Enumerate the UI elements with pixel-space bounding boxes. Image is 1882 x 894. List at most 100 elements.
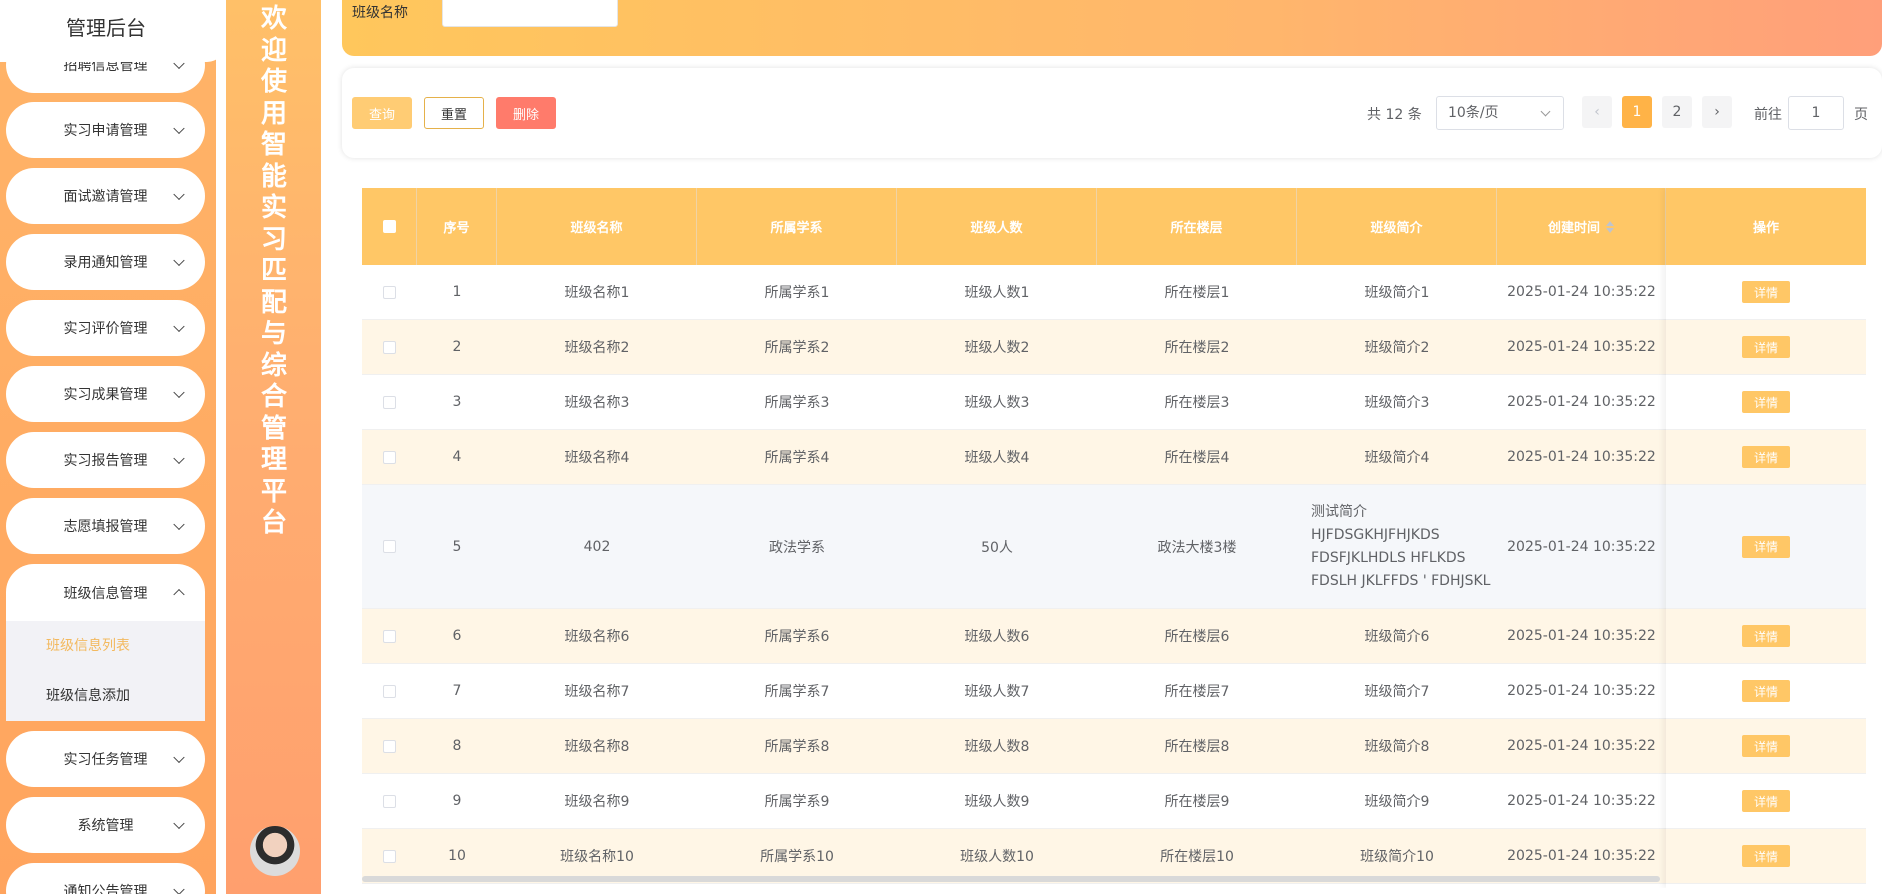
sidebar: 管理后台 招聘信息管理 实习申请管理 面试邀请管理 录用通知管理 实习评价管理 …	[0, 0, 216, 894]
submenu-class-add[interactable]: 班级信息添加	[6, 671, 205, 721]
class-name-search-input[interactable]	[442, 0, 618, 27]
row-select-cell	[362, 719, 417, 773]
page-size-value: 10条/页	[1448, 105, 1499, 121]
row-select-cell	[362, 774, 417, 828]
table-row[interactable]: 2 班级名称2 所属学系2 班级人数2 所在楼层2 班级简介2 2025-01-24 10:…	[362, 320, 1866, 375]
row-checkbox[interactable]	[383, 629, 396, 643]
chevron-down-icon	[173, 254, 185, 267]
cell-index: 1	[452, 284, 462, 300]
sort-icon[interactable]	[1606, 220, 1614, 233]
cell-floor: 所在楼层2	[1164, 340, 1230, 356]
cell-created-time: 2025-01-24 10:35:22	[1507, 683, 1656, 699]
chevron-down-icon	[173, 817, 185, 830]
horizontal-scrollbar[interactable]	[362, 876, 1660, 882]
sidebar-item-label: 志愿填报管理	[63, 519, 148, 535]
cell-created-time: 2025-01-24 10:35:22	[1507, 848, 1656, 864]
cell-index: 10	[448, 848, 466, 864]
cell-intro: 班级简介6	[1364, 629, 1430, 645]
row-checkbox[interactable]	[383, 395, 396, 409]
next-page-button[interactable]: ›	[1702, 96, 1732, 128]
th-class-name: 班级名称	[497, 188, 697, 265]
sidebar-item-internship-application[interactable]: 实习申请管理	[6, 102, 205, 158]
sidebar-item-interview-invitation[interactable]: 面试邀请管理	[6, 168, 205, 224]
sidebar-item-class-info[interactable]: 班级信息管理	[6, 564, 205, 622]
cell-department: 所属学系10	[760, 849, 834, 865]
cell-intro: 班级简介1	[1364, 285, 1430, 301]
sidebar-title: 管理后台	[66, 16, 146, 40]
delete-button[interactable]: 删除	[496, 97, 556, 129]
table-row[interactable]: 3 班级名称3 所属学系3 班级人数3 所在楼层3 班级简介3 2025-01-24 10:…	[362, 375, 1866, 430]
row-checkbox[interactable]	[383, 450, 396, 464]
cell-index: 7	[452, 683, 462, 699]
cell-created-time: 2025-01-24 10:35:22	[1507, 538, 1656, 555]
cell-index: 9	[452, 793, 462, 809]
cell-index: 6	[452, 628, 462, 644]
page-2-button[interactable]: 2	[1662, 96, 1692, 128]
table-row[interactable]: 4 班级名称4 所属学系4 班级人数4 所在楼层4 班级简介4 2025-01-24 10:…	[362, 430, 1866, 485]
sidebar-item-internship-task[interactable]: 实习任务管理	[6, 731, 205, 787]
th-department: 所属学系	[697, 188, 897, 265]
cell-class-size: 班级人数9	[964, 794, 1030, 810]
sidebar-item-offer-notice[interactable]: 录用通知管理	[6, 234, 205, 290]
sidebar-item-internship-evaluation[interactable]: 实习评价管理	[6, 300, 205, 356]
table-row[interactable]: 6 班级名称6 所属学系6 班级人数6 所在楼层6 班级简介6 2025-01-24 10:…	[362, 609, 1866, 664]
cell-class-name: 班级名称6	[564, 629, 630, 645]
cell-floor: 所在楼层3	[1164, 395, 1230, 411]
row-checkbox[interactable]	[383, 684, 396, 698]
select-all-checkbox[interactable]	[382, 220, 396, 233]
table-row[interactable]: 8 班级名称8 所属学系8 班级人数8 所在楼层8 班级简介8 2025-01-24 10:…	[362, 719, 1866, 774]
cell-class-name: 班级名称9	[564, 794, 630, 810]
intro-line: HJFDSGKHJFHJKDS	[1311, 526, 1440, 543]
sidebar-item-internship-results[interactable]: 实习成果管理	[6, 366, 205, 422]
sidebar-item-notice[interactable]: 通知公告管理	[6, 863, 205, 894]
row-checkbox[interactable]	[383, 285, 396, 299]
row-checkbox[interactable]	[383, 849, 396, 863]
table-row[interactable]: 7 班级名称7 所属学系7 班级人数7 所在楼层7 班级简介7 2025-01-24 10:…	[362, 664, 1866, 719]
chevron-down-icon	[173, 452, 185, 465]
row-checkbox[interactable]	[383, 540, 396, 553]
cell-index: 3	[452, 394, 462, 410]
cell-class-size: 50人	[981, 539, 1013, 556]
chevron-down-icon	[173, 386, 185, 399]
table-header: 序号 班级名称 所属学系 班级人数 所在楼层 班级简介 创建时间 操作	[362, 188, 1866, 265]
sidebar-item-volunteer[interactable]: 志愿填报管理	[6, 498, 205, 554]
cell-department: 政法学系	[769, 539, 825, 556]
sidebar-header: 管理后台	[0, 0, 216, 62]
sidebar-item-label: 录用通知管理	[63, 255, 148, 271]
cell-class-size: 班级人数10	[960, 849, 1034, 865]
prev-page-button[interactable]: ‹	[1582, 96, 1612, 128]
submenu-class-list[interactable]: 班级信息列表	[6, 621, 205, 671]
goto-page-input[interactable]: 1	[1788, 96, 1844, 130]
chevron-up-icon	[173, 588, 185, 601]
cell-department: 所属学系1	[764, 285, 830, 301]
reset-button[interactable]: 重置	[424, 97, 484, 129]
cell-department: 所属学系2	[764, 340, 830, 356]
table-row[interactable]: 9 班级名称9 所属学系9 班级人数9 所在楼层9 班级简介9 2025-01-24 10:…	[362, 774, 1866, 829]
cell-class-name: 班级名称7	[564, 684, 630, 700]
row-checkbox[interactable]	[383, 340, 396, 354]
cell-department: 所属学系6	[764, 629, 830, 645]
sidebar-item-label: 通知公告管理	[63, 884, 148, 894]
avatar[interactable]	[250, 826, 300, 876]
table-row[interactable]: 5 402 政法学系 50人 政法大楼3楼 测试简介 HJFDSGKHJFHJKDS FDSF…	[362, 485, 1866, 609]
sidebar-item-label: 实习报告管理	[63, 453, 148, 469]
page-1-button[interactable]: 1	[1622, 96, 1652, 128]
row-checkbox[interactable]	[383, 794, 396, 808]
sidebar-item-label: 班级信息管理	[63, 586, 148, 602]
table-row[interactable]: 1 班级名称1 所属学系1 班级人数1 所在楼层1 班级简介1 2025-01-24 10:…	[362, 265, 1866, 320]
chevron-down-icon	[173, 751, 185, 764]
query-button[interactable]: 查询	[352, 97, 412, 129]
cell-class-size: 班级人数7	[964, 684, 1030, 700]
goto-unit: 页	[1854, 107, 1868, 123]
page-size-select[interactable]: 10条/页	[1436, 96, 1564, 130]
sidebar-item-label: 系统管理	[77, 818, 134, 834]
cell-floor: 所在楼层6	[1164, 629, 1230, 645]
cell-created-time: 2025-01-24 10:35:22	[1507, 339, 1656, 355]
sidebar-item-internship-report[interactable]: 实习报告管理	[6, 432, 205, 488]
sidebar-item-label: 实习任务管理	[63, 752, 148, 768]
th-created-time[interactable]: 创建时间	[1497, 188, 1666, 265]
row-checkbox[interactable]	[383, 739, 396, 753]
cell-class-size: 班级人数8	[964, 739, 1030, 755]
sidebar-item-system[interactable]: 系统管理	[6, 797, 205, 853]
cell-class-size: 班级人数4	[964, 450, 1030, 466]
